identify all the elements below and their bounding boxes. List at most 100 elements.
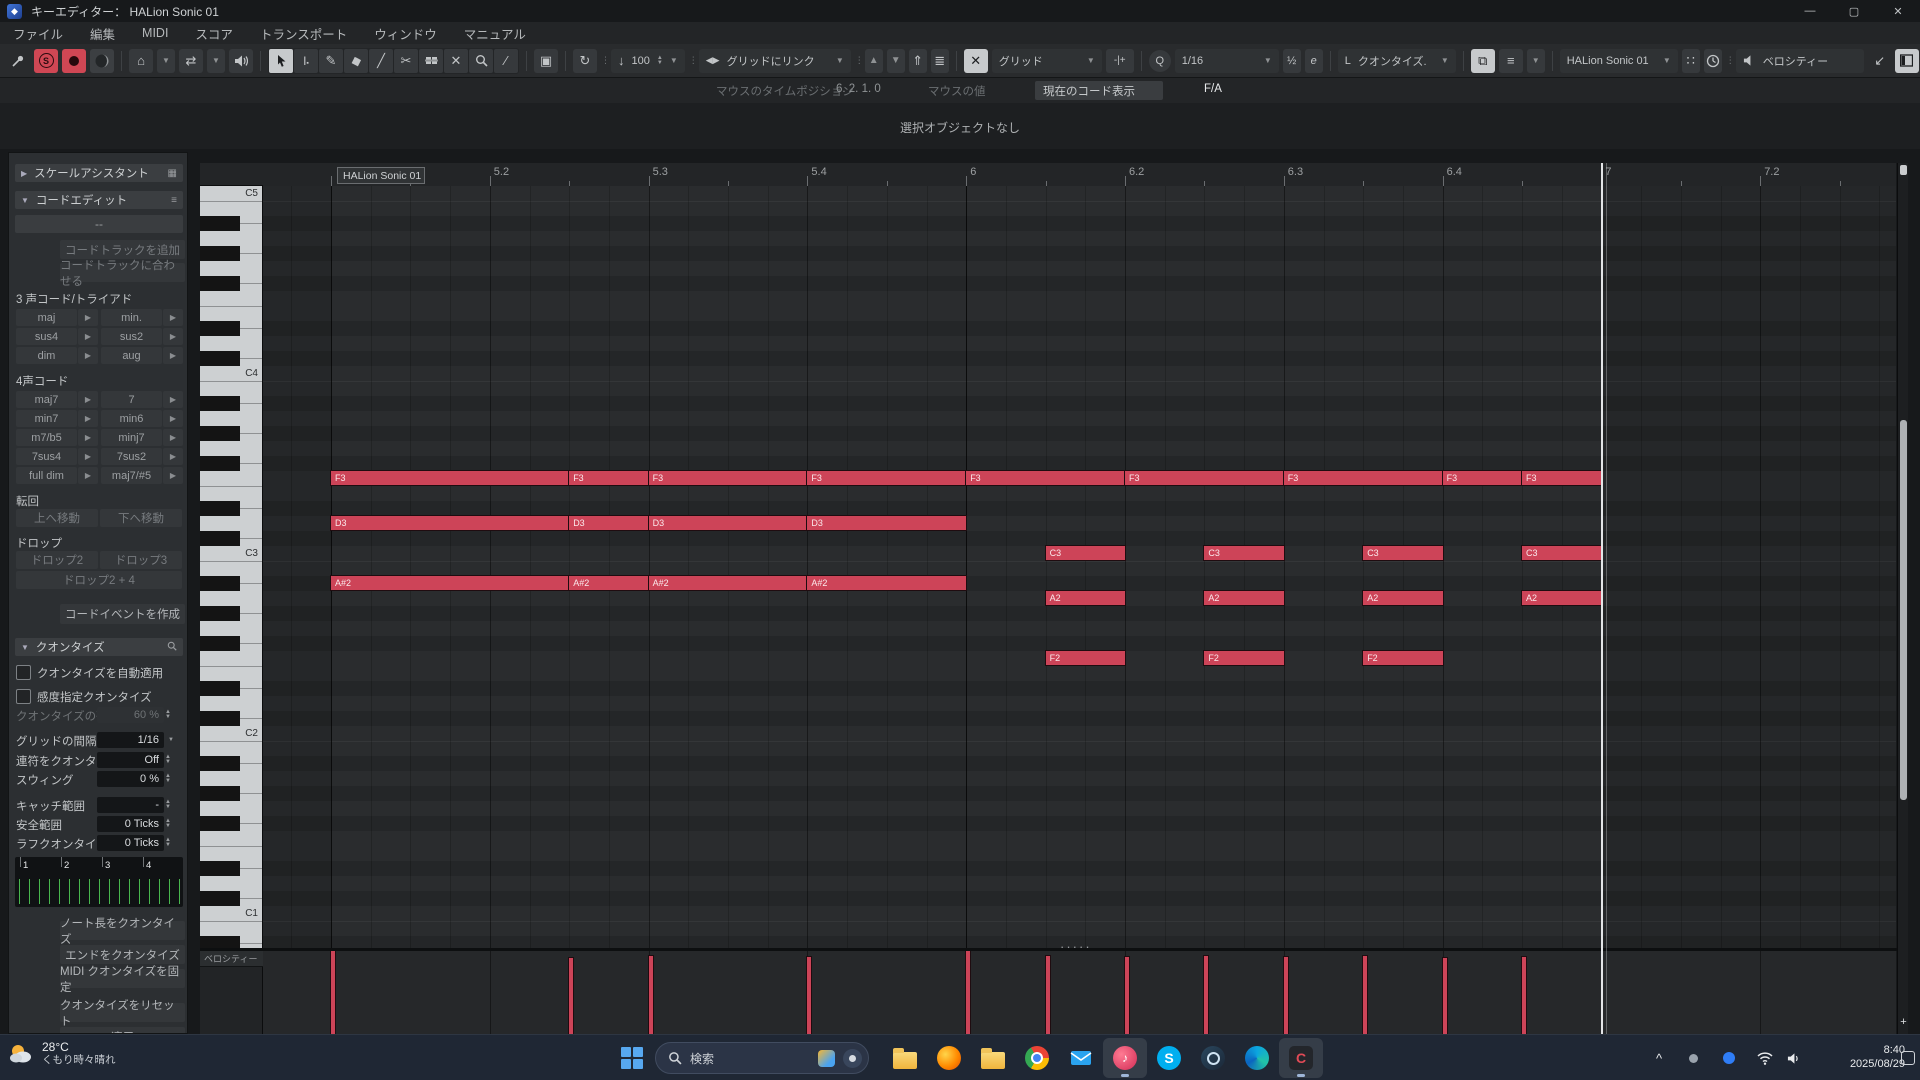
midi-note[interactable]: A2 xyxy=(1522,591,1601,605)
independent-loop-button[interactable]: ↻ xyxy=(573,49,597,73)
midi-note[interactable]: F2 xyxy=(1363,651,1442,665)
snap-type-dropdown[interactable]: グリッド▼ xyxy=(992,49,1102,73)
create-chord-event-button[interactable]: コードイベントを作成 xyxy=(60,604,185,624)
chord-variant-arrow[interactable]: ▶ xyxy=(78,347,98,364)
black-key[interactable] xyxy=(200,396,240,411)
velocity-bar[interactable] xyxy=(331,951,335,1034)
soft-quantize-checkbox[interactable] xyxy=(16,689,31,704)
step-input-button[interactable]: ⇄ xyxy=(179,49,203,73)
drop-button-0[interactable]: ドロップ2 xyxy=(16,551,98,569)
chord-variant-arrow[interactable]: ▶ xyxy=(78,448,98,465)
black-key[interactable] xyxy=(200,786,240,801)
controller-lane-selector[interactable]: ベロシティー xyxy=(1736,49,1864,73)
midi-note[interactable]: C3 xyxy=(1046,546,1125,560)
chord-button-maj7[interactable]: maj7 xyxy=(16,391,77,408)
menu-item-3[interactable]: スコア xyxy=(195,24,233,43)
auto-select-controllers-button[interactable]: ▣ xyxy=(534,49,558,73)
chord-variant-arrow[interactable]: ▶ xyxy=(163,328,183,345)
transpose-down-button[interactable]: ▼ xyxy=(887,49,905,73)
chord-variant-arrow[interactable]: ▶ xyxy=(163,429,183,446)
auto-apply-checkbox[interactable] xyxy=(16,665,31,680)
velocity-bar[interactable] xyxy=(807,957,811,1034)
stepper-icon[interactable]: ▲ ▼ xyxy=(165,816,177,832)
black-key[interactable] xyxy=(200,756,240,771)
inversion-button-0[interactable]: 上へ移動 xyxy=(16,509,98,527)
length-quantize-dropdown[interactable]: L クオンタイズ. ▼ xyxy=(1338,49,1456,73)
velocity-bar[interactable] xyxy=(1363,956,1367,1034)
midi-note[interactable]: D3 xyxy=(331,516,569,530)
mute-tool-icon[interactable]: ✕ xyxy=(444,49,468,73)
chord-edit-header[interactable]: ▼ コードエディット ≡ xyxy=(15,191,183,209)
insert-velocity-value[interactable]: 100 xyxy=(632,55,650,67)
black-key[interactable] xyxy=(200,936,240,948)
black-key[interactable] xyxy=(200,246,240,261)
minimize-button[interactable]: — xyxy=(1788,0,1832,22)
glue-tool-icon[interactable] xyxy=(419,49,443,73)
maximize-button[interactable]: ▢ xyxy=(1832,0,1876,22)
zoom-plus-button[interactable]: + xyxy=(1898,1016,1909,1028)
midi-note[interactable]: A2 xyxy=(1363,591,1442,605)
quantize-action-button-2[interactable]: MIDI クオンタイズを固定 xyxy=(60,969,185,988)
select-tool-icon[interactable] xyxy=(269,49,293,73)
velocity-bar[interactable] xyxy=(1046,956,1050,1034)
chord-variant-arrow[interactable]: ▶ xyxy=(78,410,98,427)
midi-note[interactable]: F3 xyxy=(966,471,1125,485)
menu-item-2[interactable]: MIDI xyxy=(142,26,168,40)
midi-note[interactable]: A2 xyxy=(1046,591,1125,605)
chord-button-full dim[interactable]: full dim xyxy=(16,467,77,484)
piano-keyboard[interactable]: C5C4C3C2C1 xyxy=(200,186,263,948)
timeline-ruler[interactable]: 5.25.35.466.26.36.477.2 xyxy=(263,163,1896,187)
quantize-preset-dropdown[interactable]: 1/16▼ xyxy=(1175,49,1279,73)
stepper-icon[interactable]: ▲ ▼ xyxy=(165,752,177,768)
chord-button-7sus2[interactable]: 7sus2 xyxy=(101,448,162,465)
midi-note[interactable]: F3 xyxy=(1125,471,1284,485)
quantize-row-value-3[interactable]: 0 % xyxy=(97,771,164,787)
quantize-row-value-0[interactable]: 60 % xyxy=(97,707,164,723)
black-key[interactable] xyxy=(200,351,240,366)
chord-button-sus2[interactable]: sus2 xyxy=(101,328,162,345)
apply-quantize-button[interactable]: 適用 xyxy=(60,1027,185,1034)
black-key[interactable] xyxy=(200,426,240,441)
black-key[interactable] xyxy=(200,861,240,876)
quantize-action-button-0[interactable]: ノート長をクオンタイズ xyxy=(60,921,185,940)
midi-note[interactable]: F3 xyxy=(1284,471,1443,485)
line-tool-icon[interactable]: ∕ xyxy=(494,49,518,73)
chord-variant-arrow[interactable]: ▶ xyxy=(163,448,183,465)
quantize-row-value-1[interactable]: 1/16 xyxy=(97,732,164,748)
menu-item-5[interactable]: ウィンドウ xyxy=(374,24,437,43)
chord-variant-arrow[interactable]: ▶ xyxy=(163,347,183,364)
lane-resize-handle[interactable]: ····· xyxy=(1060,939,1092,954)
zoom-tool-icon[interactable] xyxy=(469,49,493,73)
event-colors-icon[interactable]: ≡ xyxy=(1499,49,1523,73)
move-up-button[interactable]: ⇑ xyxy=(909,49,927,73)
chord-variant-arrow[interactable]: ▶ xyxy=(78,309,98,326)
quantize-panel-header[interactable]: ▼ クオンタイズ xyxy=(15,638,183,656)
chord-button-sus4[interactable]: sus4 xyxy=(16,328,77,345)
velocity-bar[interactable] xyxy=(649,956,653,1034)
acoustic-feedback-button[interactable] xyxy=(90,49,114,73)
midi-note[interactable]: A2 xyxy=(1204,591,1283,605)
black-key[interactable] xyxy=(200,501,240,516)
chord-button-maj7/#5[interactable]: maj7/#5 xyxy=(101,467,162,484)
stepper-icon[interactable]: ▲ ▼ xyxy=(165,797,177,813)
chord-button-min.[interactable]: min. xyxy=(101,309,162,326)
snap-adjust-button[interactable]: -|+ xyxy=(1106,49,1134,73)
midi-note[interactable]: F3 xyxy=(649,471,808,485)
link-to-grid-dropdown[interactable]: ◀▶ グリッドにリンク ▼ xyxy=(699,49,851,73)
chord-button-maj[interactable]: maj xyxy=(16,309,77,326)
midi-note[interactable]: A#2 xyxy=(331,576,569,590)
current-chord-display-label[interactable]: 現在のコード表示 xyxy=(1035,81,1163,100)
range-tool-icon[interactable]: I▪ xyxy=(294,49,318,73)
midi-note[interactable]: A#2 xyxy=(649,576,808,590)
dropdown-arrow-icon[interactable]: ▼ xyxy=(165,732,177,748)
quantize-action-button-1[interactable]: エンドをクオンタイズ xyxy=(60,945,185,964)
black-key[interactable] xyxy=(200,576,240,591)
chord-variant-arrow[interactable]: ▶ xyxy=(163,410,183,427)
vertical-scrollbar[interactable]: + xyxy=(1897,163,1908,1034)
part-selector-dropdown[interactable]: HALion Sonic 01 ▼ xyxy=(1560,49,1678,73)
chord-button-minj7[interactable]: minj7 xyxy=(101,429,162,446)
midi-input-button[interactable] xyxy=(229,49,253,73)
record-button[interactable] xyxy=(62,49,86,73)
transpose-up-button[interactable]: ▲ xyxy=(865,49,883,73)
velocity-lane[interactable] xyxy=(263,951,1896,1034)
